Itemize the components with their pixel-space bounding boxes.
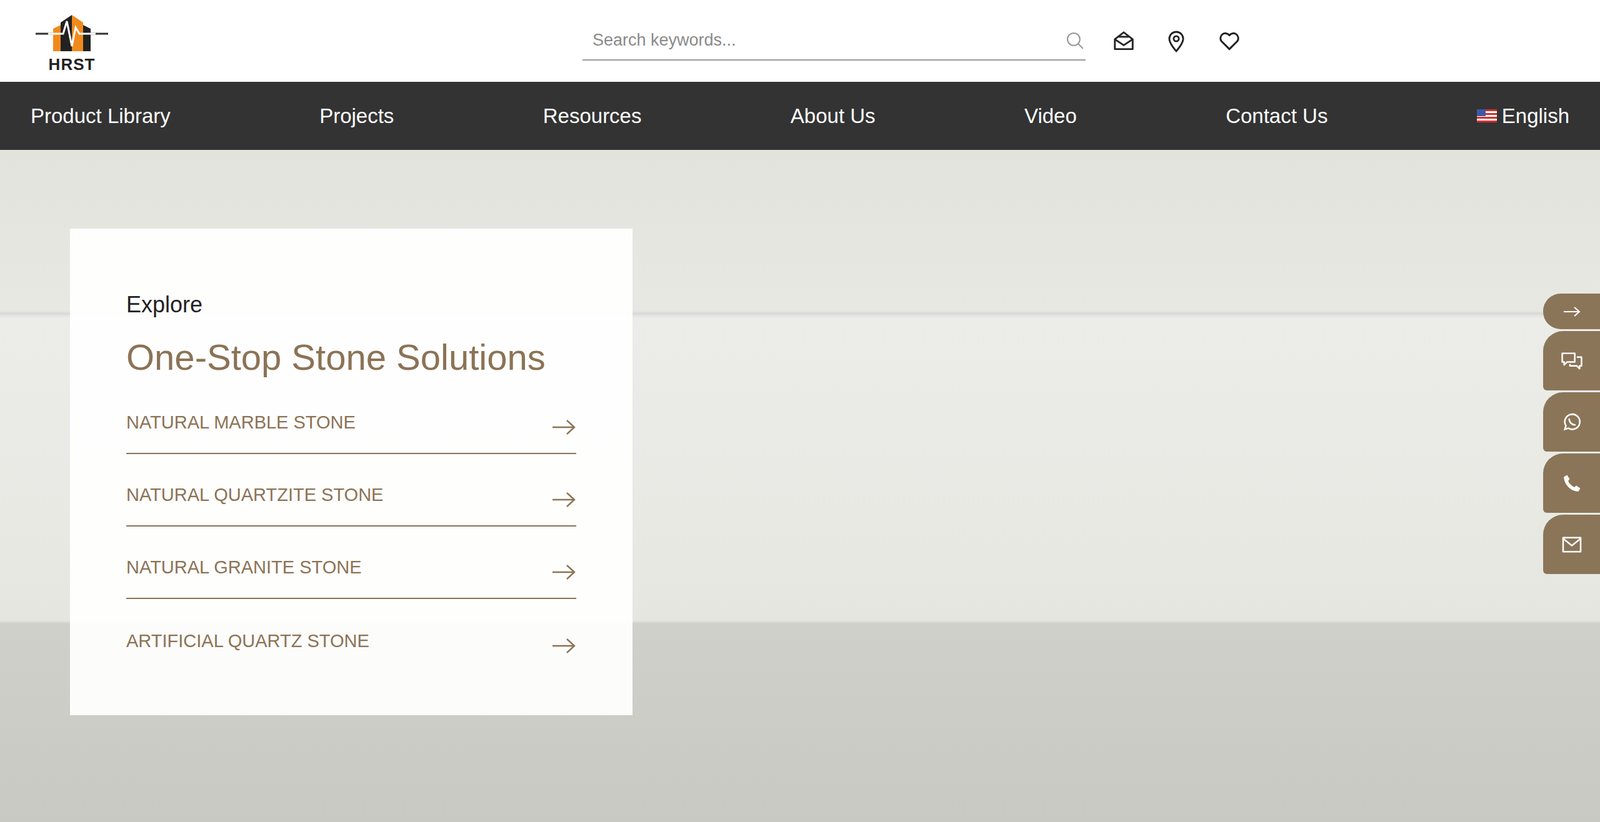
flag-icon bbox=[1476, 109, 1497, 123]
main-nav: Product Library Projects Resources About Us… bbox=[0, 81, 1600, 150]
category-label[interactable]: ARTIFICIAL QUARTZ STONE bbox=[126, 628, 370, 656]
search-field bbox=[582, 21, 1086, 61]
phone-button[interactable] bbox=[1543, 453, 1600, 514]
location-icon[interactable] bbox=[1164, 29, 1189, 54]
search-icon[interactable] bbox=[1064, 30, 1086, 52]
nav-link[interactable]: About Us bbox=[790, 100, 876, 132]
search-input[interactable] bbox=[582, 21, 1065, 60]
arrow-right-icon[interactable] bbox=[551, 563, 577, 582]
nav-link[interactable]: Projects bbox=[319, 100, 394, 132]
envelope-icon[interactable] bbox=[1111, 29, 1136, 54]
category-item[interactable]: NATURAL QUARTZITE STONE bbox=[126, 454, 577, 527]
category-item[interactable]: NATURAL GRANITE STONE bbox=[126, 526, 577, 600]
header: HRST bbox=[0, 0, 1600, 82]
category-item[interactable]: NATURAL MARBLE STONE bbox=[126, 381, 577, 455]
logo-text: HRST bbox=[48, 56, 96, 73]
chat-button[interactable] bbox=[1543, 331, 1600, 391]
category-item[interactable]: ARTIFICIAL QUARTZ STONE bbox=[126, 599, 577, 672]
nav-link[interactable]: Video bbox=[1024, 100, 1077, 132]
mail-icon bbox=[1561, 536, 1583, 554]
logo[interactable]: HRST bbox=[31, 10, 113, 73]
language-selector[interactable]: English bbox=[1476, 100, 1570, 132]
arrow-right-icon[interactable] bbox=[551, 418, 577, 437]
header-icons bbox=[1111, 29, 1242, 54]
whatsapp-button[interactable] bbox=[1543, 392, 1600, 452]
whatsapp-icon bbox=[1561, 411, 1583, 434]
arrow-right-icon[interactable] bbox=[551, 636, 577, 656]
hero-title: One-Stop Stone Solutions bbox=[126, 335, 577, 380]
email-button[interactable] bbox=[1543, 515, 1600, 575]
hero-banner: ExploreOne-Stop Stone SolutionsNATURAL M… bbox=[0, 150, 1600, 822]
hero-eyebrow: Explore bbox=[126, 288, 577, 322]
language-label[interactable]: English bbox=[1501, 100, 1570, 132]
expand-button[interactable] bbox=[1543, 293, 1600, 330]
chat-icon bbox=[1560, 350, 1584, 372]
arrow-right-icon bbox=[1562, 305, 1582, 319]
side-contact-bar bbox=[1543, 293, 1600, 575]
phone-icon bbox=[1561, 473, 1583, 495]
nav-link[interactable]: Contact Us bbox=[1225, 100, 1328, 132]
category-list: NATURAL MARBLE STONE NATURAL QUARTZITE ST… bbox=[126, 381, 577, 672]
logo-icon bbox=[35, 10, 109, 55]
arrow-right-icon[interactable] bbox=[551, 490, 577, 510]
category-label[interactable]: NATURAL QUARTZITE STONE bbox=[126, 481, 384, 510]
heart-icon[interactable] bbox=[1216, 29, 1242, 54]
category-label[interactable]: NATURAL GRANITE STONE bbox=[126, 554, 362, 582]
nav-link[interactable]: Product Library bbox=[30, 100, 171, 132]
nav-link[interactable]: Resources bbox=[543, 100, 642, 132]
hero-card: ExploreOne-Stop Stone SolutionsNATURAL M… bbox=[70, 228, 633, 716]
category-label[interactable]: NATURAL MARBLE STONE bbox=[126, 409, 356, 437]
